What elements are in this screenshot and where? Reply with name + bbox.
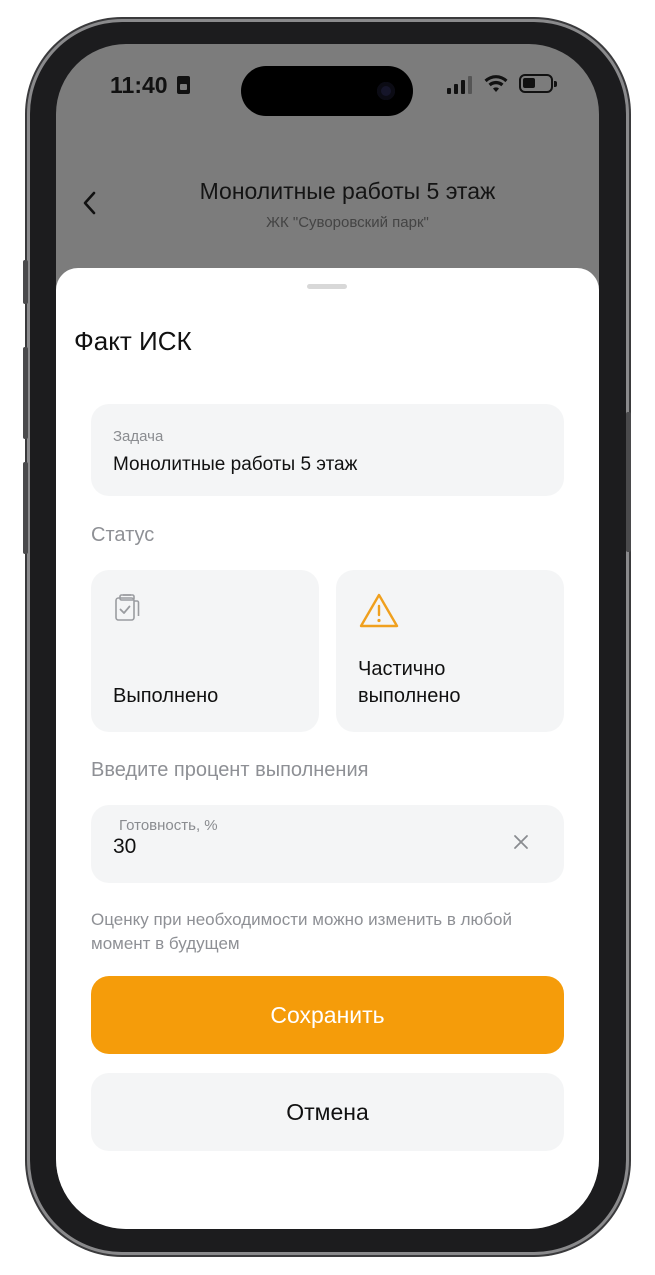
percent-field[interactable]: Готовность, % 30 (91, 805, 564, 883)
cellular-signal-icon (447, 76, 473, 94)
percent-field-value[interactable]: 30 (113, 835, 136, 859)
camera-icon (377, 82, 395, 100)
close-icon[interactable] (512, 833, 530, 851)
save-button[interactable]: Сохранить (91, 976, 564, 1054)
volume-down-button (23, 462, 28, 554)
warning-triangle-icon (359, 593, 399, 628)
task-field-value: Монолитные работы 5 этаж (113, 454, 358, 475)
volume-up-button (23, 347, 28, 439)
percent-section-label: Введите процент выполнения (91, 759, 369, 781)
page-subtitle: ЖК "Суворовский парк" (266, 214, 429, 231)
mute-switch (23, 260, 28, 304)
screen: 11:40 Монолитные работы 5 этаж ЖК "Сувор… (56, 44, 599, 1229)
wifi-icon (484, 75, 508, 92)
status-option-done-label: Выполнено (113, 685, 219, 707)
chevron-left-icon[interactable] (78, 189, 102, 217)
sheet-title: Факт ИСК (74, 326, 192, 356)
status-section-label: Статус (91, 524, 155, 546)
status-option-partial-label: Частично выполнено (358, 658, 461, 707)
hint-text: Оценку при необходимости можно изменить … (91, 910, 512, 953)
cancel-button[interactable]: Отмена (91, 1073, 564, 1151)
page-title: Монолитные работы 5 этаж (199, 178, 496, 204)
power-button (626, 412, 631, 552)
sheet-grabber[interactable] (307, 284, 347, 289)
percent-field-label: Готовность, % (119, 817, 218, 834)
sim-card-icon (177, 76, 190, 94)
battery-icon (519, 74, 557, 93)
status-option-done[interactable]: Выполнено (91, 570, 319, 732)
bottom-sheet: Факт ИСК Задача Монолитные работы 5 этаж… (56, 268, 599, 1229)
clipboard-check-icon (115, 594, 140, 621)
task-field[interactable]: Задача Монолитные работы 5 этаж (91, 404, 564, 496)
dynamic-island (241, 66, 413, 116)
status-option-partial[interactable]: Частично выполнено (336, 570, 564, 732)
task-field-label: Задача (113, 428, 164, 445)
status-time: 11:40 (110, 72, 168, 98)
